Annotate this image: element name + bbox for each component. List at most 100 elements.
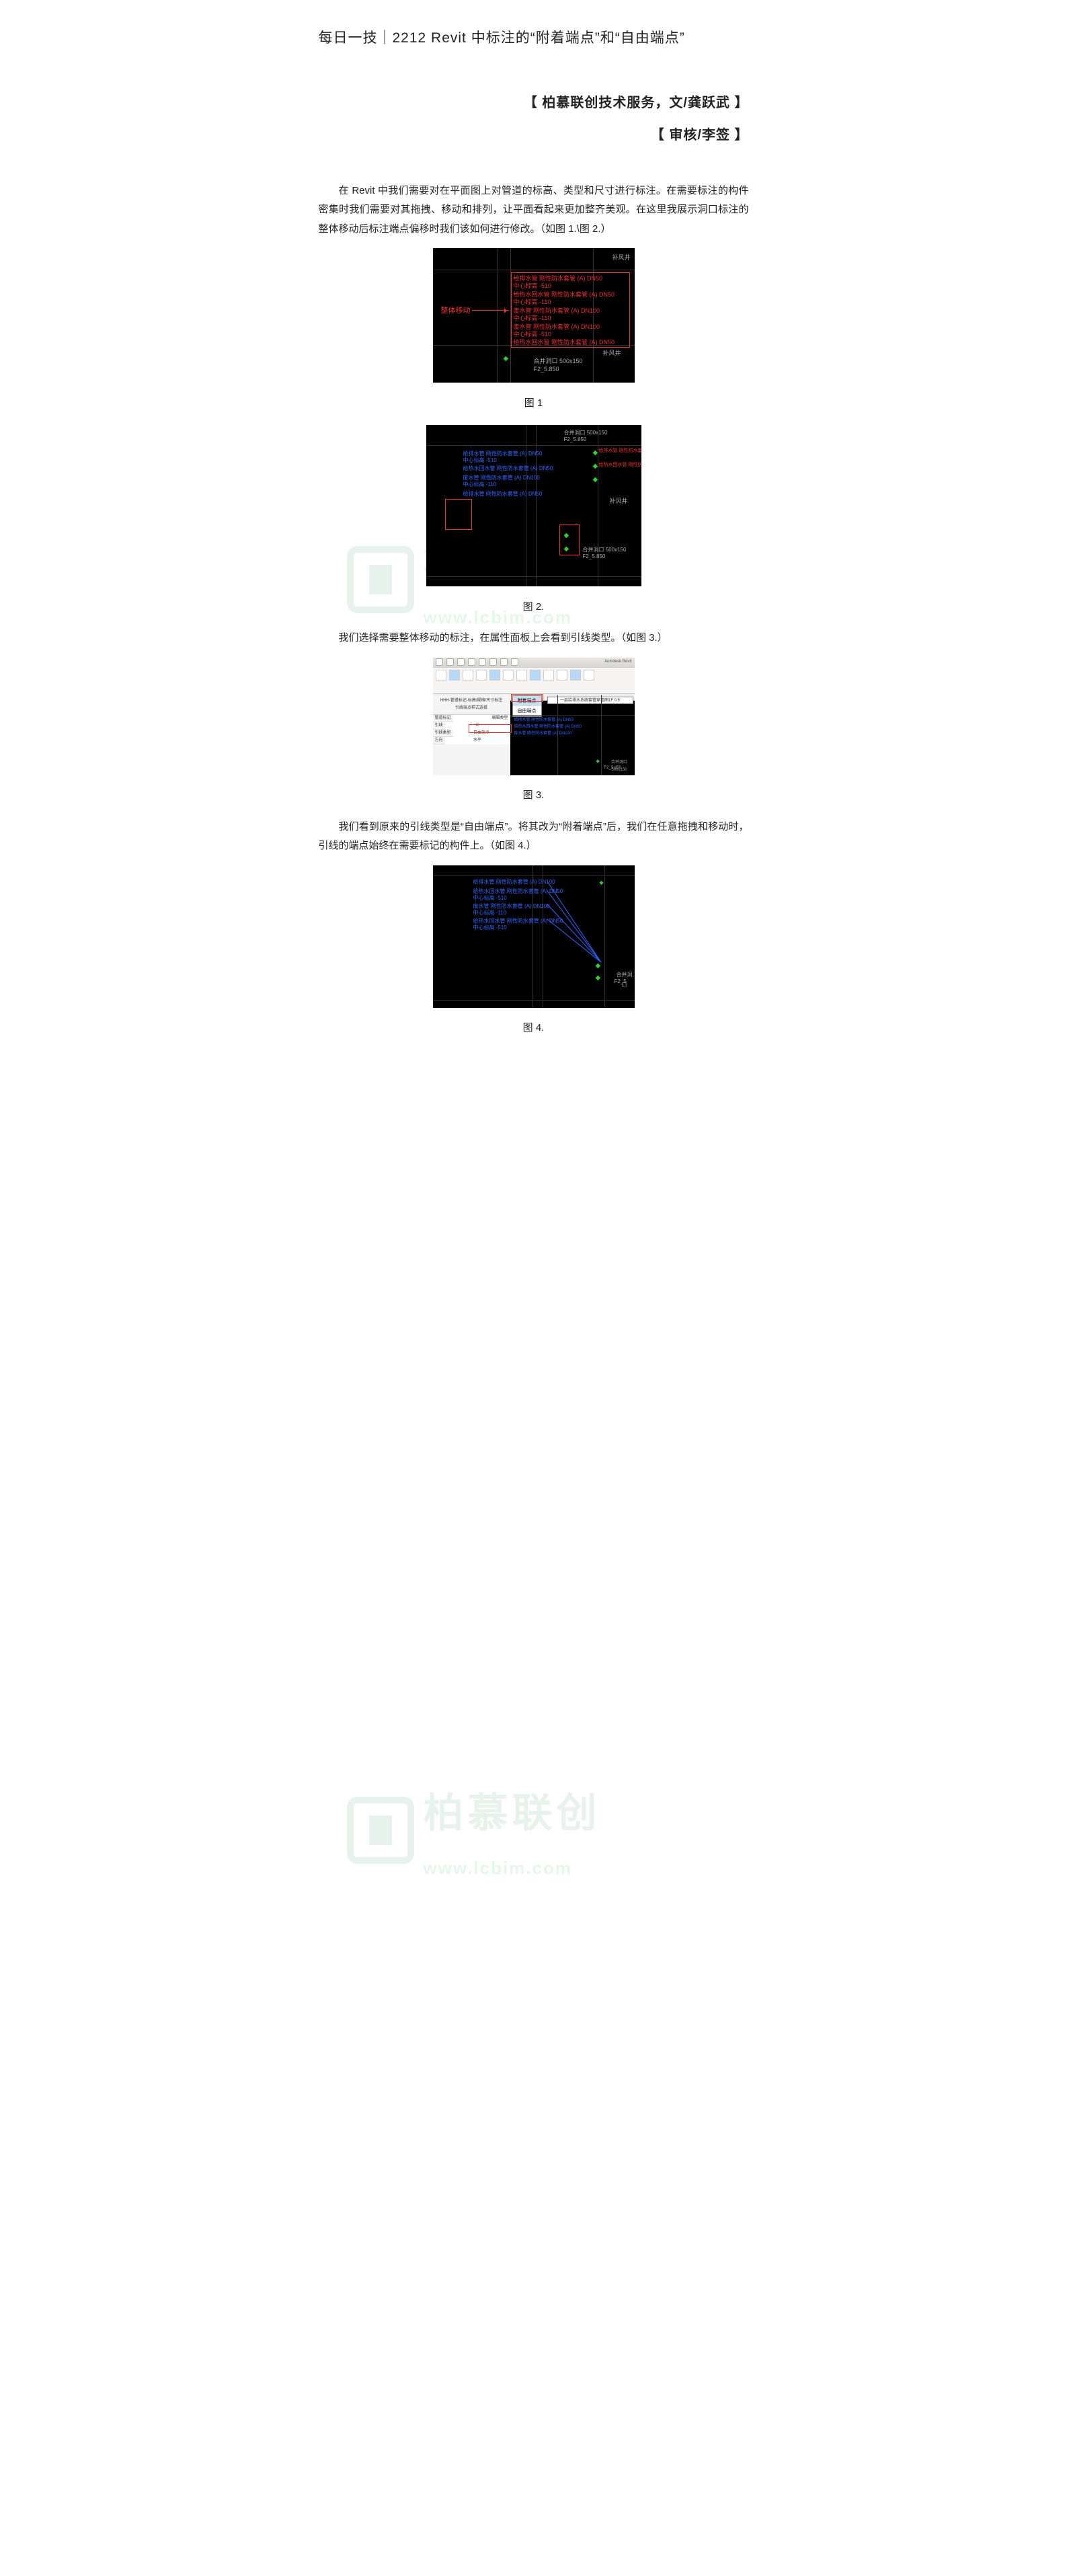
level-label: F2_5.850 [604, 765, 621, 772]
arrow-icon [472, 310, 509, 311]
qat-icon[interactable] [457, 658, 465, 666]
ribbon-icon[interactable] [543, 670, 554, 680]
page-title: 每日一技｜2212 Revit 中标注的“附着端点”和“自由端点” [319, 27, 749, 50]
move-label: 整体移动 [441, 306, 471, 315]
node-mark-icon: ◆ [504, 352, 509, 365]
corner-label-2: 补风井 [602, 348, 621, 359]
figure-4: 给排水管 刚性防水套管 (A) DN100 给热水回水管 刚性防水套管 (A) … [433, 865, 635, 1008]
pipe-note-b: 中心标高 -110 [463, 481, 497, 488]
qat-icon[interactable] [511, 658, 518, 666]
ribbon-icon[interactable] [436, 670, 446, 680]
pipe-note-b: 给排水管 刚性防水套管 (A) DN50 [514, 718, 574, 724]
pipe-note-b: 废水管 刚性防水套管 (A) DN100 [473, 903, 550, 910]
view-tab[interactable]: 一层给排水系统套管穿墙图1F 0.5 [547, 697, 633, 704]
figure-4-wrap: 给排水管 刚性防水套管 (A) DN100 给热水回水管 刚性防水套管 (A) … [319, 865, 749, 1015]
node-mark-icon: ◆ [596, 960, 601, 972]
qat-icon[interactable] [479, 658, 486, 666]
leader-lines [547, 882, 604, 969]
pipe-note: 给热水回水管 刚性防水套管 (A) DN50 [514, 339, 615, 347]
byline-service: 【 柏慕联创技术服务，文/龚跃武 】 [319, 90, 749, 116]
watermark-logo-icon [347, 1797, 414, 1864]
paragraph-1: 在 Revit 中我们需要对在平面图上对管道的标高、类型和尺寸进行标注。在需要标… [319, 182, 749, 239]
pipe-note-b: 废水管 刚性防水套管 (A) DN100 [463, 475, 540, 481]
level-label: F2_5.850 [583, 551, 606, 561]
ribbon-icon[interactable] [489, 670, 500, 680]
highlight-leader-type [469, 724, 512, 733]
qat-icon[interactable] [468, 658, 475, 666]
level-label: F2_5.850 [534, 364, 559, 375]
watermark: 柏慕联创 www.lcbim.com [347, 1775, 601, 1885]
figure-1: 补风井 补风井 给排水管 刚性防水套管 (A) DN50 中心标高 -510 给… [433, 248, 635, 383]
qat-icon[interactable] [436, 658, 443, 666]
pipe-note-b: 给排水管 刚性防水套管 (A) DN50 [463, 491, 543, 498]
prop-val[interactable]: 水平 [445, 737, 510, 744]
qat-icon[interactable] [446, 658, 454, 666]
pipe-note-b: 废水管 刚性防水套管 (A) DN100 [514, 732, 572, 737]
pipe-note-r: 给排水管 刚性防水套管 (A) DN50 [599, 448, 641, 454]
byline-review: 【 审核/李签 】 [319, 122, 749, 148]
figure-2: 合并洞口 500x150 F2_5.850 给排水管 刚性防水套管 (A) DN… [426, 425, 641, 586]
corner-label: 补风井 [612, 252, 630, 264]
node-mark-icon: ◆ [593, 460, 598, 473]
pipe-note-b: 中心标高 -510 [473, 925, 507, 931]
ribbon-icon[interactable] [449, 670, 460, 680]
pipe-note: 中心标高 -510 [514, 331, 552, 339]
node-mark-icon: ◆ [600, 877, 604, 888]
qat-icon[interactable] [500, 658, 508, 666]
pipe-note-b: 中心标高 -110 [473, 910, 507, 916]
node-mark-icon: ◆ [593, 446, 598, 459]
ribbon-icon[interactable] [463, 670, 473, 680]
caption-2: 图 2. [319, 598, 749, 617]
document-page: 柏慕联创 www.lcbim.com 柏慕联创 www.lcbim.com 每日… [300, 0, 768, 1084]
node-mark-icon: ◆ [593, 473, 598, 486]
family-sub: 引线端点样式选择 [435, 705, 508, 712]
caption-1: 图 1 [319, 394, 749, 414]
prop-key: 方向 [433, 737, 445, 744]
edit-type-btn[interactable]: 编辑类型 [453, 715, 510, 722]
pipe-note-b: 中心标高 -510 [473, 895, 507, 902]
paragraph-3: 我们看到原来的引线类型是“自由端点”。将其改为“附着端点”后，我们在任意拖拽和移… [319, 818, 749, 856]
pipe-note-b: 给热水回水管 刚性防水套管 (A) DN50 [463, 465, 553, 472]
ribbon[interactable] [433, 668, 635, 694]
properties-panel[interactable]: HHH-管道标记-标高/规格/尺寸标注 引线端点样式选择 管道标记编辑类型 引线… [433, 695, 510, 775]
ribbon-icon[interactable] [584, 670, 594, 680]
top-level: F2_5.850 [564, 434, 587, 444]
pipe-note: 中心标高 -510 [514, 282, 552, 290]
figure-1-wrap: 补风井 补风井 给排水管 刚性防水套管 (A) DN50 中心标高 -510 给… [319, 248, 749, 390]
app-title: Autodesk Revit [604, 658, 631, 666]
offset-box-2 [559, 524, 580, 555]
figure-3: Autodesk Revit HHH-管道标记-标高/规格/尺寸标注 引线端点样… [433, 658, 635, 775]
quick-access-toolbar[interactable]: Autodesk Revit [433, 658, 635, 668]
prop-key: 引线类型 [433, 730, 453, 737]
pipe-note: 中心标高 -110 [514, 315, 551, 323]
paragraph-2: 我们选择需要整体移动的标注，在属性面板上会看到引线类型。（如图 3.） [319, 629, 749, 648]
ribbon-icon[interactable] [503, 670, 514, 680]
family-name: HHH-管道标记-标高/规格/尺寸标注 [435, 697, 508, 705]
prop-key: 引线 [433, 722, 445, 730]
drawing-viewport[interactable]: 一层给排水系统套管穿墙图1F 0.5 给排水管 刚性防水套管 (A) DN50 … [510, 695, 635, 775]
pipe-note-b: 给排水管 刚性防水套管 (A) DN50 [463, 451, 543, 457]
figure-3-wrap: Autodesk Revit HHH-管道标记-标高/规格/尺寸标注 引线端点样… [319, 658, 749, 783]
node-mark-icon: ◆ [596, 757, 600, 766]
ribbon-icon[interactable] [557, 670, 567, 680]
watermark-brand: 柏慕联创 [424, 1775, 601, 1852]
pipe-note-b: 中心标高 -510 [463, 457, 497, 464]
ribbon-icon[interactable] [570, 670, 581, 680]
panel-title: 管道标记 [433, 715, 453, 722]
corner-label: 补风井 [609, 496, 627, 507]
pipe-note-b: 给排水管 刚性防水套管 (A) DN100 [473, 879, 555, 886]
node-mark-icon: ◆ [564, 529, 569, 542]
pipe-note: 中心标高 -110 [514, 299, 551, 307]
ribbon-icon[interactable] [530, 670, 541, 680]
qat-icon[interactable] [489, 658, 497, 666]
byline-block: 【 柏慕联创技术服务，文/龚跃武 】 【 审核/李签 】 [319, 90, 749, 148]
caption-3: 图 3. [319, 786, 749, 806]
caption-4: 图 4. [319, 1019, 749, 1038]
ribbon-icon[interactable] [476, 670, 487, 680]
level-label: F2_5 [615, 976, 627, 986]
node-mark-icon: ◆ [596, 972, 601, 984]
node-mark-icon: ◆ [564, 543, 569, 555]
pipe-note-r: 给热水回水管 刚性防水套管 (A) DN50 [599, 462, 641, 468]
ribbon-icon[interactable] [516, 670, 527, 680]
offset-box-1 [445, 499, 472, 530]
